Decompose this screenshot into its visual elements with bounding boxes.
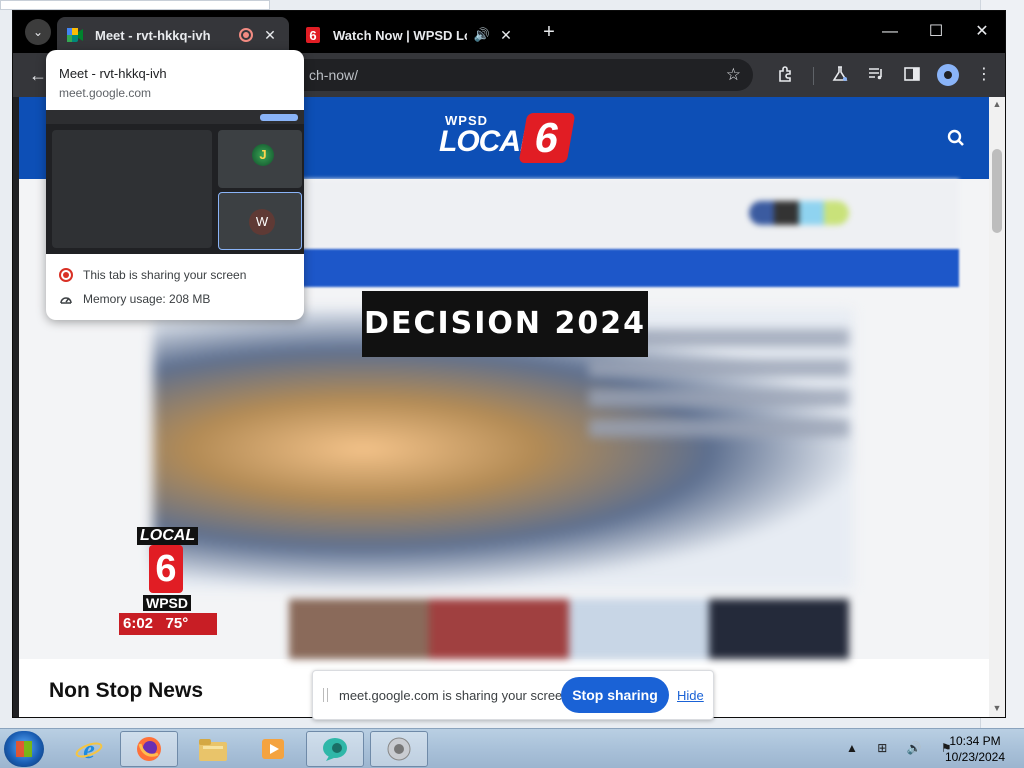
preview-main-tile [52, 130, 212, 248]
file-explorer-icon[interactable] [184, 731, 242, 767]
tab-meet[interactable]: Meet - rvt-hkkq-ivh ✕ [57, 17, 289, 53]
internet-explorer-icon[interactable]: e [60, 731, 118, 767]
section-title: Non Stop News [49, 679, 204, 702]
drag-handle-icon[interactable] [323, 688, 328, 702]
share-bar-message: meet.google.com is sharing your screen. [339, 688, 574, 703]
tab-title: Meet - rvt-hkkq-ivh [95, 27, 211, 43]
preview-participant-tile: J [218, 130, 302, 188]
chat-app-icon[interactable] [306, 731, 364, 767]
bug-time: 6:02 [123, 615, 154, 632]
side-panel-icon[interactable] [901, 65, 923, 87]
speedometer-icon [59, 292, 73, 306]
tab-hover-card: Meet - rvt-hkkq-ivh meet.google.com J W … [46, 50, 304, 320]
hover-card-domain: meet.google.com [59, 86, 152, 100]
preview-participant-tile: W [218, 192, 302, 250]
search-icon[interactable] [947, 129, 965, 152]
hover-card-title: Meet - rvt-hkkq-ivh [59, 66, 167, 81]
taskbar: e ▲ ⊞ 🔊 ⚑ 10:34 PM 10/23/2024 [0, 728, 1024, 768]
memory-status: Memory usage: 208 MB [59, 292, 210, 306]
recording-icon [239, 28, 253, 42]
maximize-button[interactable]: ☐ [913, 19, 959, 45]
sharing-status-text: This tab is sharing your screen [83, 268, 247, 282]
close-icon[interactable]: ✕ [261, 27, 279, 44]
bug-six: 6 [149, 545, 183, 593]
kebab-menu-icon[interactable]: ⋮ [973, 65, 995, 87]
participant-avatar: W [249, 209, 275, 235]
scroll-up-arrow-icon[interactable]: ▲ [989, 99, 1005, 109]
tab-strip: ⌄ Meet - rvt-hkkq-ivh ✕ 6 Watch Now | WP… [13, 11, 1005, 53]
clock-date: 10/23/2024 [944, 750, 1006, 764]
bug-wpsd: WPSD [143, 595, 191, 611]
background-window [0, 0, 270, 10]
taskbar-clock[interactable]: 10:34 PM 10/23/2024 [940, 733, 1010, 765]
sharing-status: This tab is sharing your screen [59, 268, 246, 282]
labs-flask-icon[interactable] [829, 65, 851, 87]
clock-time: 10:34 PM [949, 734, 1001, 748]
tab-title: Watch Now | WPSD Local 6 [333, 27, 467, 43]
logo-six: 6 [518, 113, 576, 163]
station-bug: LOCAL 6 WPSD 6:02 75° [119, 527, 219, 637]
speaker-icon[interactable]: 🔊 [473, 27, 491, 43]
participant-avatar-icon: J [252, 144, 274, 166]
google-meet-icon [67, 27, 83, 43]
firefox-icon[interactable] [120, 731, 178, 767]
decision-banner: DECISION 2024 [362, 291, 648, 357]
close-icon[interactable]: ✕ [497, 27, 515, 44]
blurred-nav-band [279, 249, 959, 287]
bug-time-temp: 6:02 75° [119, 613, 217, 635]
media-controls-icon[interactable] [865, 65, 887, 87]
extensions-icon[interactable] [775, 65, 797, 87]
bug-local: LOCAL [137, 527, 199, 545]
blurred-thumbnails [289, 599, 849, 659]
windows-start-icon[interactable] [4, 731, 44, 767]
hide-link[interactable]: Hide [677, 688, 704, 703]
media-player-icon[interactable] [244, 731, 302, 767]
page-scrollbar[interactable]: ▲ ▼ [989, 97, 1005, 717]
tab-wpsd[interactable]: 6 Watch Now | WPSD Local 6 🔊 ✕ [295, 17, 525, 53]
speaker-app-icon[interactable] [370, 731, 428, 767]
svg-text:6: 6 [309, 28, 316, 43]
scrollbar-thumb[interactable] [992, 149, 1002, 233]
preview-button [260, 114, 298, 121]
close-window-button[interactable]: ✕ [959, 19, 1005, 45]
address-url: ch-now/ [309, 67, 359, 83]
memory-usage-text: Memory usage: 208 MB [83, 292, 211, 306]
new-tab-button[interactable]: + [537, 21, 561, 45]
stop-sharing-button[interactable]: Stop sharing [561, 677, 669, 713]
blurred-top-band [279, 179, 959, 249]
bookmark-star-icon[interactable]: ☆ [726, 59, 741, 91]
wpsd-favicon-icon: 6 [305, 27, 321, 43]
tab-preview-thumbnail: J W [46, 110, 304, 254]
tab-search-button[interactable]: ⌄ [25, 19, 51, 45]
wpsd-logo[interactable]: WPSD LOCAL 6 [439, 111, 579, 167]
blurred-social-icons [749, 201, 849, 225]
screen-share-bar: meet.google.com is sharing your screen. … [312, 670, 714, 720]
toolbar-separator [813, 67, 814, 85]
svg-text:e: e [83, 735, 95, 763]
profile-avatar-icon[interactable] [937, 64, 959, 86]
scroll-down-arrow-icon[interactable]: ▼ [989, 703, 1005, 713]
minimize-button[interactable]: — [867, 19, 913, 45]
bug-temp: 75° [165, 615, 189, 632]
recording-icon [59, 268, 73, 282]
back-arrow-icon[interactable]: ← [29, 65, 47, 86]
